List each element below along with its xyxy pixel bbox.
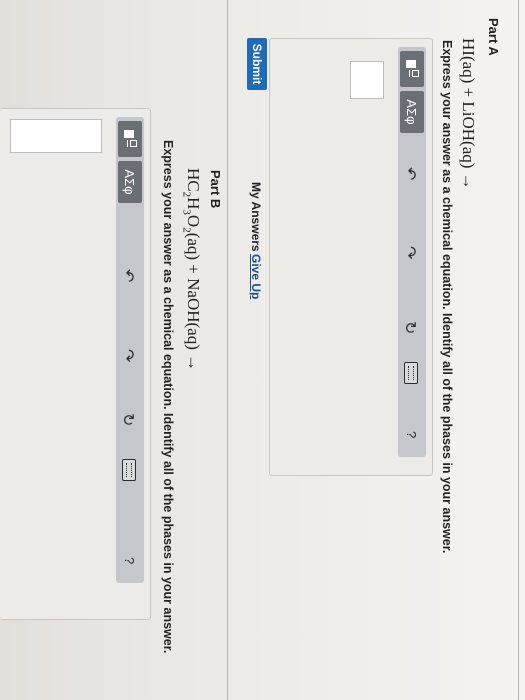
give-up-link[interactable]: Give Up xyxy=(249,254,263,299)
eq-h: H xyxy=(184,197,203,210)
part-a-toolbar: ΑΣφ ↶ ↷ ↻ ? xyxy=(398,47,426,457)
part-b-answer-panel: ΑΣφ ↶ ↷ ↻ ? xyxy=(0,108,151,620)
help-icon[interactable]: ? xyxy=(404,431,419,438)
screen: Part A HI(aq) + LiOH(aq) → Express your … xyxy=(0,0,525,700)
symbols-button-b[interactable]: ΑΣφ xyxy=(118,161,142,203)
eq-o: O xyxy=(184,214,203,228)
undo-icon[interactable]: ↶ xyxy=(400,167,420,180)
help-icon-b[interactable]: ? xyxy=(122,557,137,564)
part-a-equation: HI(aq) + LiOH(aq) → xyxy=(459,38,478,190)
keyboard-icon[interactable] xyxy=(404,362,418,384)
template-button-b[interactable] xyxy=(118,121,142,157)
template-button[interactable] xyxy=(400,51,424,87)
section-divider xyxy=(227,0,228,700)
part-b-answer-input[interactable] xyxy=(10,119,102,153)
part-b-toolbar: ΑΣφ ↶ ↷ ↻ ? xyxy=(116,117,144,583)
part-b-equation: HC2H3O2(aq) + NaOH(aq) → xyxy=(181,168,203,371)
keyboard-icon-b[interactable] xyxy=(122,459,136,481)
redo-icon[interactable]: ↷ xyxy=(400,246,420,259)
template-icon-b xyxy=(122,129,138,149)
symbols-button[interactable]: ΑΣφ xyxy=(400,91,424,133)
eq-hc: HC xyxy=(184,168,203,192)
eq-rest: (aq) + NaOH(aq) → xyxy=(184,232,203,372)
top-divider xyxy=(518,0,519,700)
reset-icon[interactable]: ↻ xyxy=(400,321,420,334)
part-a-answer-panel: ΑΣφ ↶ ↷ ↻ ? xyxy=(269,38,433,476)
template-icon xyxy=(404,59,420,79)
part-b-title: Part B xyxy=(208,170,223,209)
my-answers-link[interactable]: My Answers xyxy=(249,182,263,252)
undo-icon-b[interactable]: ↶ xyxy=(118,269,138,282)
part-a-instruction: Express your answer as a chemical equati… xyxy=(440,40,454,554)
part-a-title: Part A xyxy=(486,18,501,56)
part-a-answer-input[interactable] xyxy=(350,61,384,99)
submit-button[interactable]: Submit xyxy=(247,38,267,90)
reset-icon-b[interactable]: ↻ xyxy=(118,413,138,426)
redo-icon-b[interactable]: ↷ xyxy=(118,349,138,362)
part-b-instruction: Express your answer as a chemical equati… xyxy=(161,140,175,654)
